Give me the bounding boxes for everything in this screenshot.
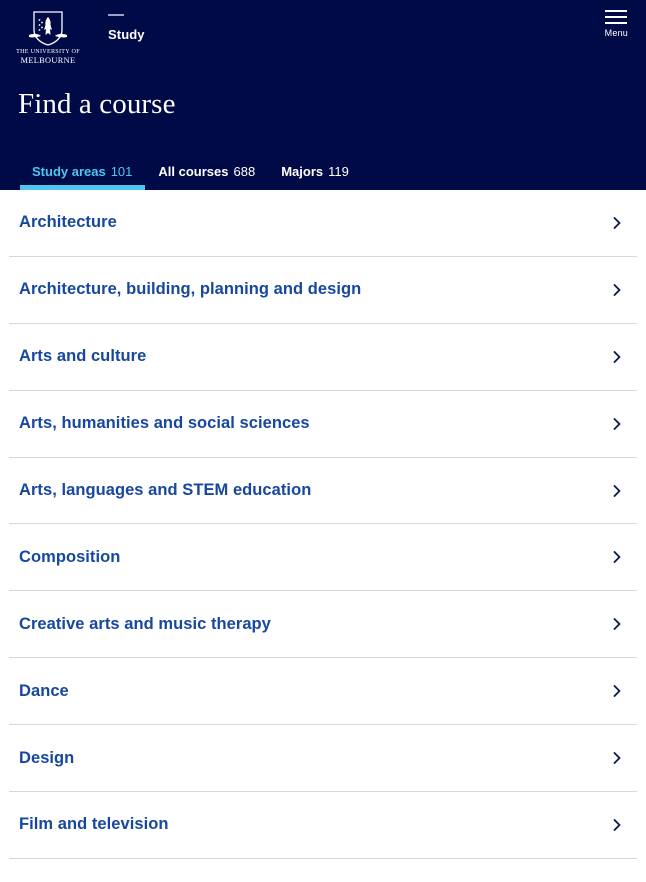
university-crest-icon [29,11,67,46]
menu-button[interactable]: Menu [605,10,628,38]
tab-count: 688 [233,164,256,179]
list-item-label: Design [19,748,75,767]
list-item-label: Film and television [19,815,169,834]
site-header: THE UNIVERSITY OF MELBOURNE Study Menu F… [0,0,646,190]
menu-label: Menu [604,28,628,38]
list-item[interactable]: Design [9,725,637,793]
list-item-label: Architecture [19,213,117,232]
list-item[interactable]: Arts, humanities and social sciences [9,390,637,458]
tab-count: 119 [328,164,349,179]
list-item[interactable]: Composition [9,524,637,592]
list-item-label: Arts and culture [19,347,147,366]
tab-label: Majors [281,164,324,179]
tab-label: All courses [158,164,229,179]
study-section-link[interactable]: Study [108,8,145,42]
tab-count: 101 [110,164,133,179]
list-item[interactable]: Film and television [9,792,637,859]
header-top-bar: THE UNIVERSITY OF MELBOURNE Study Menu [0,0,646,70]
chevron-right-icon [613,350,621,363]
list-item-label: Architecture, building, planning and des… [19,280,362,299]
tab-bar: Study areas 101 All courses 688 Majors 1… [0,152,646,190]
chevron-right-icon [613,752,621,765]
tab-majors[interactable]: Majors 119 [268,164,362,190]
chevron-right-icon [613,484,621,497]
university-logo[interactable]: THE UNIVERSITY OF MELBOURNE [16,8,80,65]
study-area-list: Architecture Architecture, building, pla… [0,190,646,859]
list-item[interactable]: Arts, languages and STEM education [9,457,637,525]
list-item-label: Dance [19,681,69,700]
chevron-right-icon [613,283,621,296]
list-item[interactable]: Dance [9,658,637,726]
study-label: Study [108,27,145,42]
chevron-right-icon [613,685,621,698]
page-title: Find a course [18,88,176,120]
page-root: THE UNIVERSITY OF MELBOURNE Study Menu F… [0,0,646,882]
list-item[interactable]: Arts and culture [9,323,637,391]
chevron-right-icon [613,618,621,631]
section-dash-icon [108,14,124,16]
chevron-right-icon [613,819,621,831]
tab-label: Study areas [32,164,106,179]
chevron-right-icon [613,216,621,229]
brand-line-1: THE UNIVERSITY OF [16,49,80,55]
hamburger-menu-icon [605,10,628,24]
tab-all-courses[interactable]: All courses 688 [145,164,268,190]
list-item[interactable]: Creative arts and music therapy [9,591,637,659]
list-item-label: Arts, languages and STEM education [19,481,312,499]
brand-line-2: MELBOURNE [20,55,76,65]
list-item-label: Composition [19,547,121,566]
list-item-label: Arts, humanities and social sciences [19,414,310,433]
tab-study-areas[interactable]: Study areas 101 [20,164,146,190]
list-item[interactable]: Architecture [9,190,637,257]
list-item[interactable]: Architecture, building, planning and des… [9,256,637,324]
brand-wordmark: THE UNIVERSITY OF MELBOURNE [16,49,80,65]
chevron-right-icon [613,417,621,430]
list-item-label: Creative arts and music therapy [19,614,271,633]
chevron-right-icon [613,551,621,564]
